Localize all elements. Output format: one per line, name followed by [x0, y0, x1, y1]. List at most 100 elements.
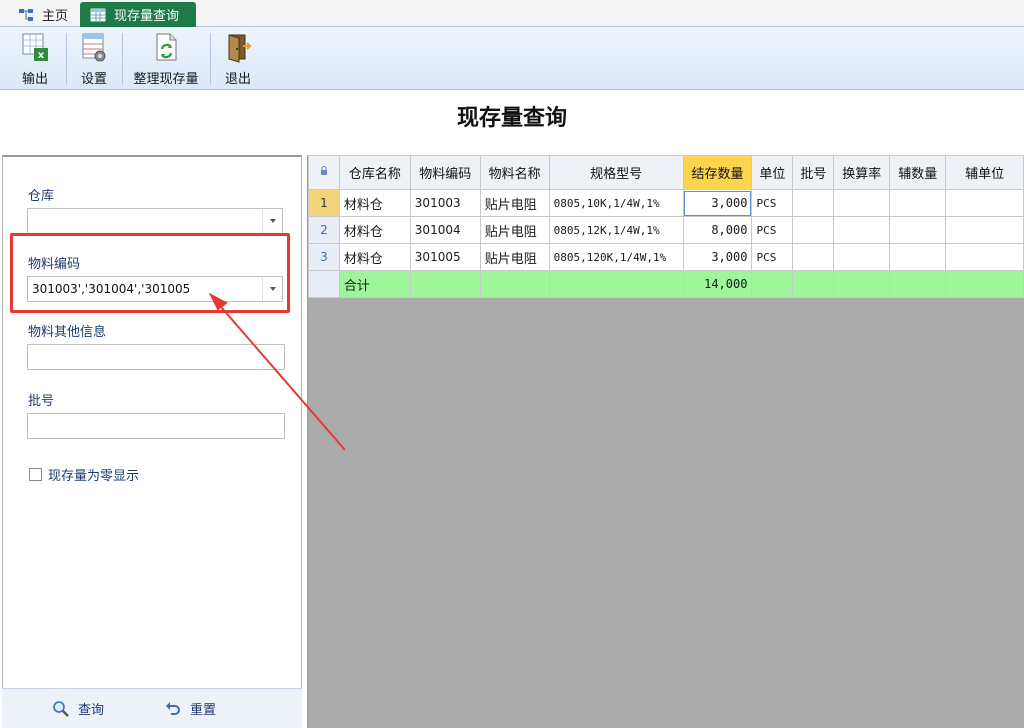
cell-qty[interactable]: 8,000: [682, 216, 753, 244]
table-header-row: 仓库名称 物料编码 物料名称 规格型号 结存数量 单位 批号 换算率 辅数量 辅…: [308, 155, 1024, 190]
annotation-highlight-box: [10, 233, 290, 313]
cell-rate[interactable]: [833, 243, 891, 271]
total-cell: [833, 270, 891, 298]
material-info-input[interactable]: [27, 344, 285, 370]
organize-stock-button[interactable]: 整理现存量: [128, 30, 204, 88]
toolbar-separator: [122, 33, 123, 85]
total-row: 合计 14,000: [308, 270, 1024, 298]
exit-button-label: 退出: [224, 72, 251, 87]
material-info-label: 物料其他信息: [28, 325, 107, 340]
cell-spec[interactable]: 0805,12K,1/4W,1%: [548, 216, 684, 244]
total-cell: [945, 270, 1024, 298]
cell-material-code[interactable]: 301004: [409, 216, 481, 244]
cell-warehouse[interactable]: 材料仓: [338, 243, 411, 271]
cell-spec[interactable]: 0805,120K,1/4W,1%: [548, 243, 684, 271]
row-number[interactable]: 1: [308, 189, 340, 217]
tab-bar: 主页 现存量查询: [0, 0, 1024, 27]
cell-aux-qty[interactable]: [889, 189, 947, 217]
table-icon: [90, 8, 106, 21]
table-row[interactable]: 3 材料仓 301005 贴片电阻 0805,120K,1/4W,1% 3,00…: [308, 243, 1024, 271]
cell-unit[interactable]: PCS: [751, 243, 794, 271]
cell-rate[interactable]: [833, 189, 891, 217]
column-header[interactable]: 单位: [751, 155, 794, 190]
cell-unit[interactable]: PCS: [751, 216, 794, 244]
cell-warehouse[interactable]: 材料仓: [338, 216, 411, 244]
exit-button[interactable]: 退出: [216, 30, 260, 88]
total-qty: 14,000: [682, 270, 753, 298]
total-label: 合计: [338, 270, 411, 298]
tab-home[interactable]: 主页: [8, 2, 78, 27]
cell-batch[interactable]: [792, 243, 835, 271]
warehouse-select[interactable]: [27, 208, 283, 234]
export-button[interactable]: x 输出: [10, 30, 60, 88]
toolbar: x 输出 设置 整理现存量 退出: [0, 27, 1024, 90]
cell-aux-unit[interactable]: [945, 216, 1024, 244]
table-row[interactable]: 2 材料仓 301004 贴片电阻 0805,12K,1/4W,1% 8,000…: [308, 216, 1024, 244]
cell-warehouse[interactable]: 材料仓: [338, 189, 411, 217]
cell-material-code[interactable]: 301003: [409, 189, 481, 217]
total-cell: [479, 270, 550, 298]
table-row[interactable]: 1 材料仓 301003 贴片电阻 0805,10K,1/4W,1% 3,000…: [308, 189, 1024, 217]
column-header[interactable]: 辅数量: [889, 155, 947, 190]
row-number[interactable]: 2: [308, 216, 340, 244]
column-header[interactable]: 批号: [792, 155, 835, 190]
cell-rate[interactable]: [833, 216, 891, 244]
total-cell: [548, 270, 684, 298]
organize-stock-button-label: 整理现存量: [133, 72, 199, 87]
column-header[interactable]: 物料名称: [479, 155, 550, 190]
zero-stock-checkbox-row[interactable]: 现存量为零显示: [29, 465, 139, 484]
column-header[interactable]: 规格型号: [548, 155, 684, 190]
toolbar-separator: [210, 33, 211, 85]
query-button-label: 查询: [78, 703, 105, 718]
cell-qty[interactable]: 3,000: [682, 243, 753, 271]
svg-text:x: x: [38, 50, 45, 61]
row-number-header[interactable]: [308, 155, 340, 190]
total-cell: [409, 270, 481, 298]
total-cell: [792, 270, 835, 298]
settings-button-label: 设置: [80, 72, 107, 87]
batch-input[interactable]: [27, 413, 285, 439]
page-title: 现存量查询: [456, 106, 567, 131]
total-cell: [751, 270, 794, 298]
query-button[interactable]: 查询: [52, 699, 104, 718]
cell-qty[interactable]: 3,000: [682, 189, 753, 217]
grid-settings-icon: [82, 33, 106, 62]
inventory-table: 仓库名称 物料编码 物料名称 规格型号 结存数量 单位 批号 换算率 辅数量 辅…: [308, 155, 1024, 298]
toolbar-separator: [66, 33, 67, 85]
cell-spec[interactable]: 0805,10K,1/4W,1%: [548, 189, 684, 217]
chevron-down-icon[interactable]: [262, 209, 282, 233]
inventory-grid: 仓库名称 物料编码 物料名称 规格型号 结存数量 单位 批号 换算率 辅数量 辅…: [307, 155, 1024, 728]
column-header[interactable]: 物料编码: [409, 155, 481, 190]
zero-stock-checkbox-label: 现存量为零显示: [48, 469, 140, 484]
exit-door-icon: [228, 34, 252, 63]
refresh-document-icon: [156, 33, 177, 61]
export-button-label: 输出: [21, 72, 48, 87]
settings-button[interactable]: 设置: [72, 30, 116, 88]
tab-home-label: 主页: [42, 9, 69, 24]
cell-material-name[interactable]: 贴片电阻: [479, 216, 550, 244]
cell-material-name[interactable]: 贴片电阻: [479, 189, 550, 217]
column-header[interactable]: 辅单位: [945, 155, 1024, 190]
cell-aux-unit[interactable]: [945, 243, 1024, 271]
cell-material-code[interactable]: 301005: [409, 243, 481, 271]
warehouse-label: 仓库: [28, 189, 55, 204]
cell-material-name[interactable]: 贴片电阻: [479, 243, 550, 271]
column-header-highlighted[interactable]: 结存数量: [682, 155, 753, 190]
total-cell: [889, 270, 947, 298]
column-header[interactable]: 仓库名称: [338, 155, 411, 190]
tab-inventory-query[interactable]: 现存量查询: [80, 2, 196, 27]
action-bar: 查询 重置: [2, 688, 302, 728]
search-icon: [53, 700, 69, 717]
cell-unit[interactable]: PCS: [751, 189, 794, 217]
cell-batch[interactable]: [792, 216, 835, 244]
row-number: [308, 270, 340, 298]
cell-aux-qty[interactable]: [889, 243, 947, 271]
reset-button[interactable]: 重置: [164, 699, 216, 718]
column-header[interactable]: 换算率: [833, 155, 891, 190]
row-number[interactable]: 3: [308, 243, 340, 271]
undo-icon: [166, 701, 180, 715]
cell-batch[interactable]: [792, 189, 835, 217]
cell-aux-qty[interactable]: [889, 216, 947, 244]
zero-stock-checkbox[interactable]: [29, 468, 42, 481]
cell-aux-unit[interactable]: [945, 189, 1024, 217]
